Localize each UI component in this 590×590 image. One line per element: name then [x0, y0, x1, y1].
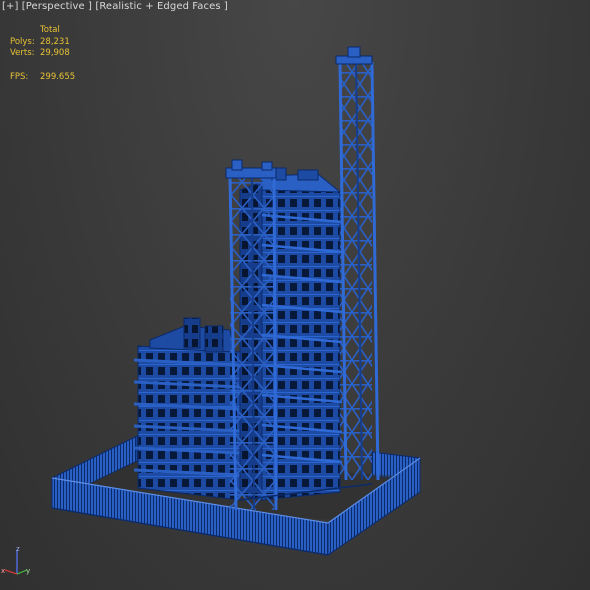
lattice-column-front-topper-2: [261, 161, 273, 171]
axis-z-label: z: [16, 545, 20, 553]
roof-tower-right: [204, 325, 224, 353]
lattice-column-front-topper: [231, 159, 243, 171]
building-model[interactable]: [0, 0, 590, 590]
low-building[interactable]: [133, 317, 241, 501]
axis-x-label: x: [1, 567, 5, 575]
3d-viewport[interactable]: [+] [Perspective ] [Realistic + Edged Fa…: [0, 0, 590, 590]
axis-gizmo: z x y: [1, 545, 30, 575]
tall-tower-finial: [347, 46, 361, 58]
tall-lattice-tower[interactable]: [335, 46, 380, 481]
lattice-column-front[interactable]: [225, 159, 278, 511]
axis-y-label: y: [26, 567, 30, 575]
roof-tower-left: [183, 317, 201, 349]
low-building-front: [137, 345, 241, 501]
mid-tower-roof-box-2: [297, 169, 319, 181]
